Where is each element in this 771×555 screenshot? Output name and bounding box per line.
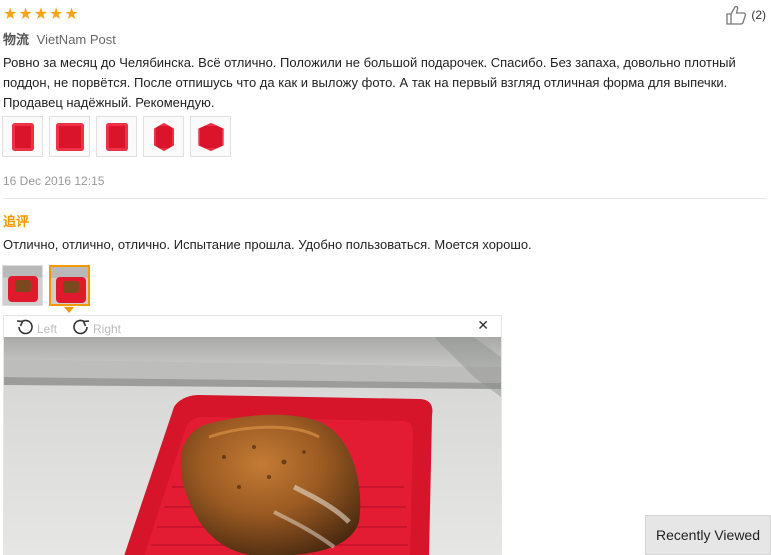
star-icon: ★ [33,4,49,23]
review-photo-thumbnail[interactable] [2,116,43,157]
product-image [106,123,128,151]
recently-viewed-button[interactable]: Recently Viewed [645,515,771,555]
star-icon: ★ [64,4,79,23]
review-photo-thumbnail[interactable] [190,116,231,157]
meat-image [63,281,79,293]
logistics-value: VietNam Post [36,32,116,47]
enlarged-review-photo [4,337,501,555]
meat-image [15,280,31,292]
divider [3,198,767,199]
product-image [198,123,224,151]
rotate-right-label: Right [93,321,122,336]
rotate-left-label: Left [37,321,58,336]
image-viewer: Left Right ✕ [3,315,502,555]
logistics-info: 物流 VietNam Post [3,29,116,48]
review-date: 16 Dec 2016 12:15 [3,174,105,188]
viewer-toolbar: Left Right ✕ [4,316,501,337]
followup-text: Отлично, отлично, отлично. Испытание про… [3,237,532,252]
product-image [154,123,174,151]
helpful-count: (2) [751,8,766,22]
followup-photos [2,265,90,306]
followup-photo-thumbnail[interactable] [2,265,43,306]
active-thumbnail-caret [64,307,74,313]
thumbs-up-icon [725,5,747,25]
review-photos [2,116,231,157]
star-icon: ★ [18,4,33,23]
review-photo-thumbnail[interactable] [49,116,90,157]
star-icon: ★ [49,4,64,23]
product-image [56,123,84,151]
logistics-label: 物流 [3,33,30,48]
product-image [12,123,34,151]
star-icon: ★ [3,4,18,23]
helpful-button[interactable]: (2) [725,5,766,25]
review-photo-thumbnail[interactable] [143,116,184,157]
followup-photo-thumbnail-active[interactable] [49,265,90,306]
review-photo-thumbnail[interactable] [96,116,137,157]
review-text: Ровно за месяц до Челябинска. Всё отличн… [3,55,736,110]
rating-stars: ★ ★ ★ ★ ★ [3,6,79,22]
followup-label: 追评 [3,215,30,230]
close-viewer-button[interactable]: ✕ [477,318,489,334]
